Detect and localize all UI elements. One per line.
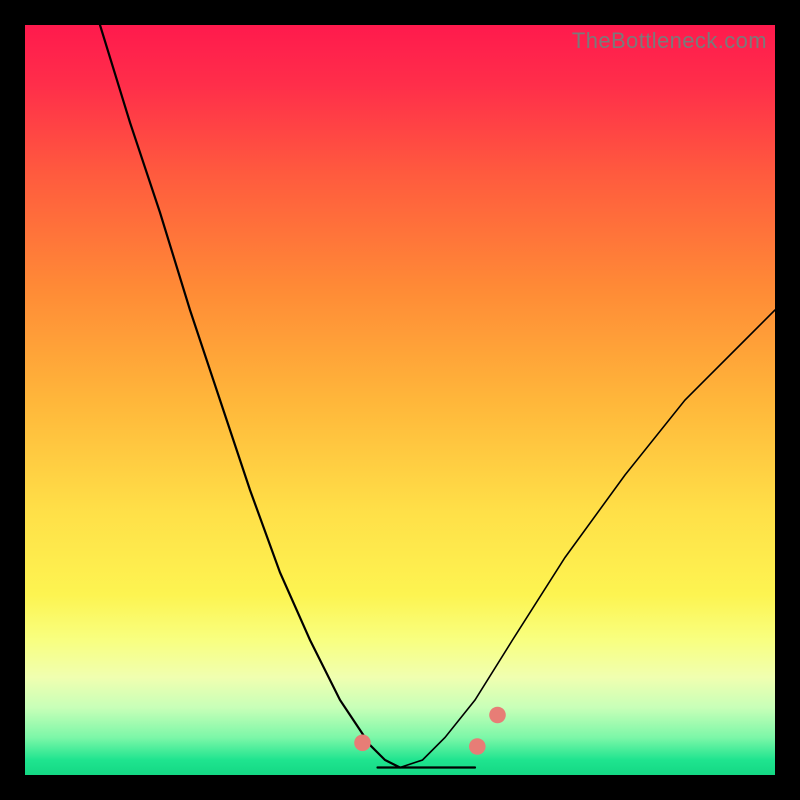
chart-frame: TheBottleneck.com [0,0,800,800]
plot-area: TheBottleneck.com [25,25,775,775]
marker-dot-3 [469,738,486,755]
marker-dot-4 [489,707,506,724]
curve-layer [25,25,775,775]
curve-right-branch [400,310,775,768]
watermark-label: TheBottleneck.com [572,28,767,54]
curve-left-branch [100,25,400,768]
marker-dot-1 [354,735,371,752]
